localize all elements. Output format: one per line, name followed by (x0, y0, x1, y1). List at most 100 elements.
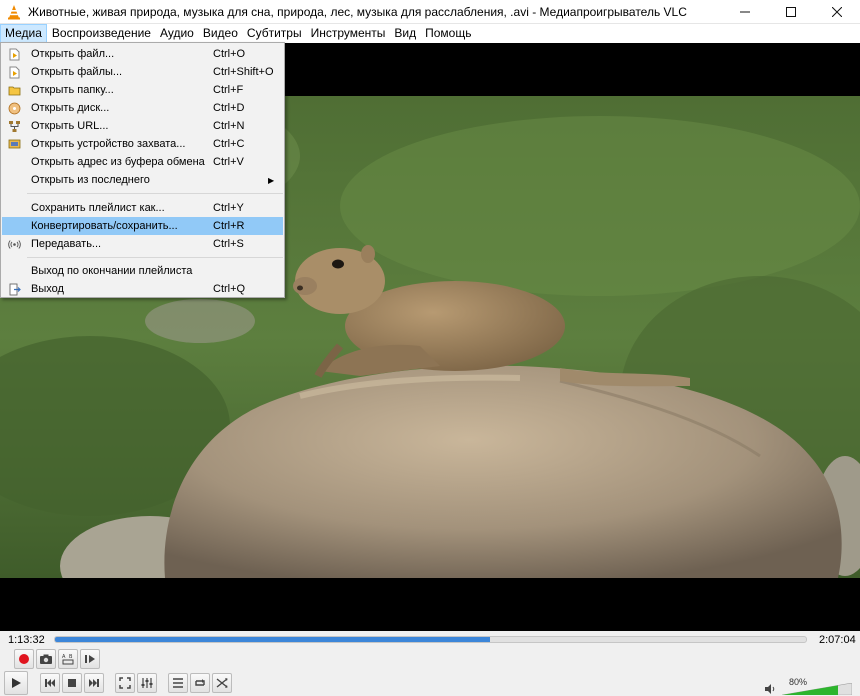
menu-convert-save[interactable]: Конвертировать/сохранить... Ctrl+R (2, 217, 283, 235)
menu-open-capture[interactable]: Открыть устройство захвата... Ctrl+C (2, 135, 283, 153)
menu-open-file[interactable]: Открыть файл... Ctrl+O (2, 45, 283, 63)
menu-media[interactable]: Медиа (0, 24, 47, 43)
menu-shortcut: Ctrl+S (213, 238, 244, 250)
menu-separator (27, 193, 283, 194)
menu-shortcut: Ctrl+Q (213, 283, 246, 295)
title-bar: Животные, живая природа, музыка для сна,… (0, 0, 860, 24)
window-title: Животные, живая природа, музыка для сна,… (28, 4, 687, 19)
volume-slider[interactable] (782, 683, 852, 695)
menu-separator (27, 257, 283, 258)
menu-label: Передавать... (31, 238, 102, 250)
play-button[interactable] (4, 671, 28, 695)
submenu-arrow-icon: ▶ (268, 175, 275, 185)
frame-step-button[interactable] (80, 649, 100, 669)
loop-icon (195, 679, 205, 686)
elapsed-time: 1:13:32 (8, 634, 45, 646)
menu-label: Открыть диск... (31, 102, 110, 114)
seek-bar-fill (55, 637, 490, 642)
menu-playback[interactable]: Воспроизведение (48, 24, 155, 43)
shuffle-icon (216, 678, 228, 688)
exit-icon (2, 280, 26, 298)
speaker-icon[interactable] (764, 683, 776, 695)
menu-label: Открыть адрес из буфера обмена (31, 156, 205, 168)
loop-button[interactable] (190, 673, 210, 693)
extended-settings-button[interactable] (137, 673, 157, 693)
menu-view[interactable]: Вид (390, 24, 420, 43)
fullscreen-icon (119, 677, 131, 689)
stop-button[interactable] (62, 673, 82, 693)
menu-label: Конвертировать/сохранить... (31, 220, 178, 232)
menu-help[interactable]: Помощь (421, 24, 475, 43)
menu-label: Открыть из последнего (31, 174, 150, 186)
menu-label: Открыть URL... (31, 120, 109, 132)
menu-label: Открыть папку... (31, 84, 114, 96)
next-button[interactable] (84, 673, 104, 693)
menu-audio[interactable]: Аудио (156, 24, 198, 43)
menu-label: Выход по окончании плейлиста (31, 265, 193, 277)
menu-save-playlist[interactable]: Сохранить плейлист как... Ctrl+Y (2, 199, 283, 217)
menu-tools[interactable]: Инструменты (307, 24, 390, 43)
play-icon (12, 678, 21, 688)
menu-open-url[interactable]: Открыть URL... Ctrl+N (2, 117, 283, 135)
camera-icon (40, 654, 52, 664)
menu-label: Открыть файлы... (31, 66, 123, 78)
menu-open-files[interactable]: Открыть файлы... Ctrl+Shift+O (2, 63, 283, 81)
capture-device-icon (2, 135, 26, 153)
seek-bar[interactable] (54, 636, 807, 643)
menu-shortcut: Ctrl+V (213, 156, 244, 168)
menu-shortcut: Ctrl+R (213, 220, 245, 232)
fullscreen-button[interactable] (115, 673, 135, 693)
disc-icon (2, 99, 26, 117)
total-time: 2:07:04 (819, 634, 856, 646)
menu-label: Сохранить плейлист как... (31, 202, 165, 214)
svg-text:B: B (69, 654, 73, 660)
menu-shortcut: Ctrl+N (213, 120, 245, 132)
frame-step-icon (85, 655, 95, 663)
close-button[interactable] (814, 0, 860, 24)
menu-shortcut: Ctrl+F (213, 84, 244, 96)
menu-subtitles[interactable]: Субтитры (243, 24, 306, 43)
minimize-button[interactable] (722, 0, 768, 24)
menu-quit[interactable]: Выход Ctrl+Q (2, 280, 283, 298)
network-icon (2, 117, 26, 135)
menu-shortcut: Ctrl+Shift+O (213, 66, 274, 78)
menu-label: Выход (31, 283, 64, 295)
stream-icon (2, 235, 26, 253)
menu-open-recent[interactable]: Открыть из последнего ▶ (2, 171, 283, 189)
menu-open-disc[interactable]: Открыть диск... Ctrl+D (2, 99, 283, 117)
vlc-cone-icon (8, 4, 20, 19)
menu-shortcut: Ctrl+O (213, 48, 246, 60)
shuffle-button[interactable] (212, 673, 232, 693)
stop-icon (68, 679, 76, 687)
menu-shortcut: Ctrl+D (213, 102, 245, 114)
files-icon (2, 63, 26, 81)
menu-video[interactable]: Видео (199, 24, 242, 43)
menu-label: Открыть файл... (31, 48, 115, 60)
playlist-icon (173, 678, 183, 688)
media-dropdown-menu: Открыть файл... Ctrl+O Открыть файлы... … (0, 42, 285, 298)
snapshot-button[interactable] (36, 649, 56, 669)
menu-open-clipboard[interactable]: Открыть адрес из буфера обмена Ctrl+V (2, 153, 283, 171)
playlist-button[interactable] (168, 673, 188, 693)
menu-shortcut: Ctrl+Y (213, 202, 244, 214)
menu-stream[interactable]: Передавать... Ctrl+S (2, 235, 283, 253)
loop-ab-icon: AB (62, 654, 74, 665)
minimize-icon (740, 11, 750, 12)
loop-ab-button[interactable]: AB (58, 649, 78, 669)
record-icon (19, 654, 29, 664)
maximize-button[interactable] (768, 0, 814, 24)
previous-icon (45, 679, 55, 687)
record-button[interactable] (14, 649, 34, 669)
maximize-icon (786, 6, 796, 17)
svg-text:A: A (62, 654, 66, 660)
close-icon (832, 6, 842, 17)
player-controls: 1:13:32 2:07:04 AB 80% (0, 631, 860, 696)
folder-icon (2, 81, 26, 99)
previous-button[interactable] (40, 673, 60, 693)
menu-shortcut: Ctrl+C (213, 138, 245, 150)
file-play-icon (2, 45, 26, 63)
volume-fill (782, 685, 838, 695)
menu-quit-at-end[interactable]: Выход по окончании плейлиста (2, 262, 283, 280)
menu-open-folder[interactable]: Открыть папку... Ctrl+F (2, 81, 283, 99)
equalizer-icon (141, 678, 153, 688)
